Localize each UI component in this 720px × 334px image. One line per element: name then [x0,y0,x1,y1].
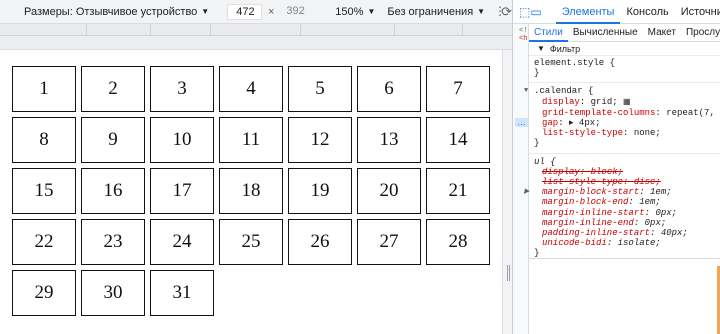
calendar-day: 2 [81,66,145,112]
css-declaration[interactable]: grid-template-columns: repeat(7, 1fr); [529,108,720,118]
calendar-day: 16 [81,168,145,214]
rule-close-brace: } [534,68,540,79]
calendar-day: 3 [150,66,214,112]
calendar-day: 18 [219,168,283,214]
dom-snippet: <h [519,35,528,43]
dimensions-dropdown[interactable]: Размеры: Отзывчивое устройство ▼ [24,6,209,18]
throttle-dropdown[interactable]: Без ограничения ▼ [387,6,485,18]
css-declaration-overridden[interactable]: display: block; [529,167,720,177]
calendar-day: 12 [288,117,352,163]
pane-divider [529,258,720,259]
calendar-day: 9 [81,117,145,163]
calendar-day: 25 [219,219,283,265]
zoom-label: 150% [335,5,364,18]
dom-tree-sliver: <! <h … [513,24,529,334]
calendar-day: 4 [219,66,283,112]
calendar-day: 5 [288,66,352,112]
calendar-day: 23 [81,219,145,265]
devtools-tab-bar: ⬚ ▭ Элементы Консоль Источники [513,0,720,24]
kebab-menu-icon[interactable]: ⋮ [494,4,506,18]
calendar-day: 8 [12,117,76,163]
calendar-day: 24 [150,219,214,265]
calendar-day: 1 [12,66,76,112]
css-declaration[interactable]: unicode-bidi: isolate; [529,238,720,248]
tab-elements[interactable]: Элементы [555,0,621,24]
caret-down-icon: ▼ [367,7,376,16]
devtools-panel: ⬚ ▭ Элементы Консоль Источники <! <h … С… [512,0,720,334]
styles-filter[interactable]: ▼ Фильтр [529,42,720,56]
dimensions-label: Размеры: Отзывчивое устройство [24,5,198,18]
css-declaration[interactable]: margin-block-end: 1em; [529,197,720,207]
calendar-day: 21 [426,168,490,214]
calendar-day: 14 [426,117,490,163]
styles-pane: element.style { } ▼ .calendar { display:… [524,58,720,259]
throttle-label: Без ограничения [387,5,474,18]
css-declaration[interactable]: gap: ▸ 4px; [529,118,720,128]
resize-grip-icon[interactable] [507,265,508,281]
css-declaration[interactable]: display: grid; ▦ [529,97,720,108]
filter-icon: ▼ [537,44,545,53]
device-toolbar: Размеры: Отзывчивое устройство ▼ 472 × 3… [0,0,512,24]
calendar-day: 6 [357,66,421,112]
calendar-day: 19 [288,168,352,214]
element-style-selector: element.style { [534,58,616,68]
calendar-day: 26 [288,219,352,265]
expand-triangle-icon[interactable]: ▶ [524,187,529,197]
calendar-day: 22 [12,219,76,265]
calendar-day: 10 [150,117,214,163]
subtab-listeners[interactable]: Прослуш [681,24,720,42]
ellipsis-button[interactable]: … [515,118,528,127]
css-declaration[interactable]: margin-inline-end: 0px; [529,218,720,228]
zoom-dropdown[interactable]: 150% ▼ [335,6,375,18]
calendar-day: 30 [81,270,145,316]
tab-sources[interactable]: Источники [675,0,720,24]
css-declaration-overridden[interactable]: list-style-type: disc; [529,177,720,187]
media-query-ruler [0,24,512,36]
calendar-day: 31 [150,270,214,316]
rule-close-brace: } [534,138,540,149]
caret-down-icon: ▼ [201,7,210,16]
inspect-element-icon[interactable]: ⬚ [519,5,530,19]
subtab-layout[interactable]: Макет [643,24,681,42]
css-declaration[interactable]: list-style-type: none; [529,128,720,138]
styles-subtab-bar: Стили Вычисленные Макет Прослуш [529,24,720,42]
expand-triangle-icon[interactable]: ▼ [524,86,528,96]
filter-label: Фильтр [549,43,581,54]
viewport-resize-handle[interactable] [502,50,512,334]
calendar-day: 7 [426,66,490,112]
calendar-day: 20 [357,168,421,214]
browser-window: Размеры: Отзывчивое устройство ▼ 472 × 3… [0,0,720,334]
calendar-day: 15 [12,168,76,214]
dom-snippet: <! [519,27,528,35]
calendar-day: 27 [357,219,421,265]
css-declaration[interactable]: padding-inline-start: 40px; [529,228,720,238]
calendar-rule-selector[interactable]: ▼ .calendar { [524,86,720,96]
calendar-day: 13 [357,117,421,163]
grid-editor-icon[interactable]: ▦ [623,98,631,107]
calendar-grid: 1 2 3 4 5 6 7 8 9 10 11 12 13 14 15 16 17 18 19 20 21 22 23 24 2… [12,66,490,316]
height-input[interactable]: 392 [280,4,317,20]
css-declaration[interactable]: margin-inline-start: 0px; [529,208,720,218]
ul-rule-selector: ul { [534,156,556,167]
tab-console[interactable]: Консоль [620,0,674,24]
calendar-day: 28 [426,219,490,265]
ruler-strip [0,36,512,50]
caret-down-icon: ▼ [477,7,486,16]
css-declaration[interactable]: ▶ margin-block-start: 1em; [524,187,720,197]
subtab-computed[interactable]: Вычисленные [568,24,643,42]
emulated-viewport: 1 2 3 4 5 6 7 8 9 10 11 12 13 14 15 16 17 18 19 20 21 22 23 24 2… [0,50,502,334]
calendar-day: 11 [219,117,283,163]
device-toggle-icon[interactable]: ▭ [530,5,541,19]
calendar-day: 29 [12,270,76,316]
dimension-separator: × [267,5,275,18]
width-input[interactable]: 472 [227,3,262,20]
calendar-day: 17 [150,168,214,214]
subtab-styles[interactable]: Стили [529,24,568,42]
